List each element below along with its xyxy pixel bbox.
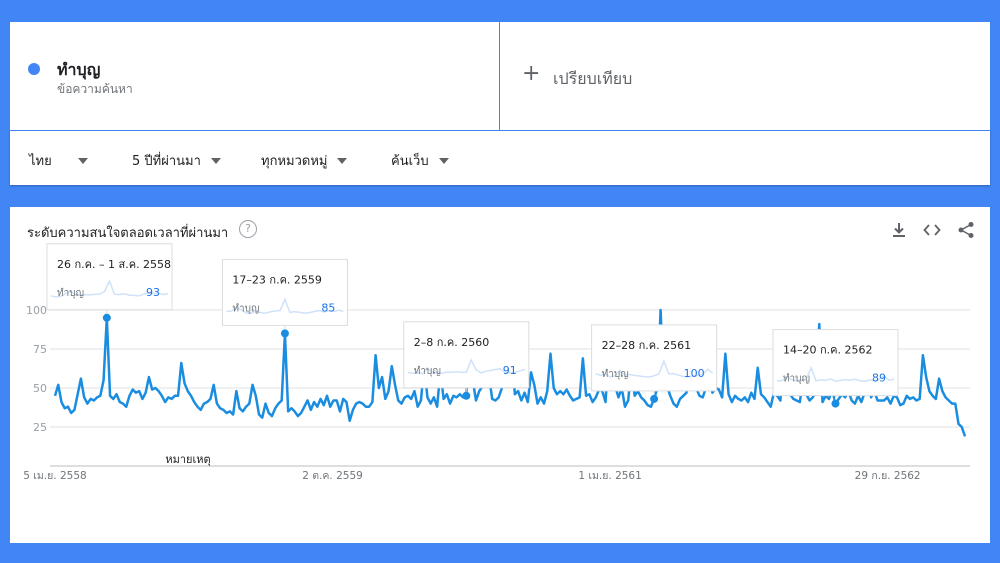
tooltip-box (46, 243, 173, 311)
tooltip-date: 2–8 ก.ค. 2560 (414, 336, 490, 349)
tooltip-date: 14–20 ก.ค. 2562 (783, 344, 873, 357)
category-dropdown[interactable]: ทุกหมวดหมู่ (261, 150, 348, 171)
tooltip-value: 85 (321, 301, 335, 314)
y-tick-label: 25 (33, 421, 47, 434)
peak-marker (650, 394, 659, 403)
chevron-down-icon (337, 157, 348, 164)
plus-icon[interactable]: + (522, 63, 540, 85)
x-tick-label: 2 ต.ค. 2559 (302, 470, 363, 482)
peak-marker (462, 391, 471, 400)
tooltip-value: 100 (684, 367, 705, 380)
region-dropdown[interactable]: ไทย (29, 150, 88, 171)
peak-tooltip: 2–8 ก.ค. 2560 ทำบุญ 91 (403, 321, 530, 400)
interest-line-chart: 25 50 75 100 5 เม.ย. 2558 2 ต.ค. 2559 1 เม.ย. … (23, 243, 970, 482)
region-value: ไทย (29, 154, 52, 169)
tooltip-term: ทำบุญ (57, 288, 84, 299)
chevron-down-icon (210, 157, 221, 164)
interest-over-time-card: ระดับความสนใจตลอดเวลาที่ผ่านมา ? 25 50 75 1… (10, 207, 990, 543)
tooltip-box (772, 329, 899, 397)
tooltip-date: 26 ก.ค. – 1 ส.ค. 2558 (57, 258, 171, 271)
chevron-down-icon (77, 157, 88, 164)
x-tick-label: 29 ก.ย. 2562 (855, 470, 921, 482)
tooltip-term: ทำบุญ (783, 374, 810, 385)
peak-marker (102, 313, 111, 322)
filter-bar: ไทย 5 ปีที่ผ่านมา ทุกหมวดหมู่ ค้นเว็บ (10, 131, 990, 185)
tooltip-value: 93 (146, 286, 160, 299)
search-term-card[interactable]: ทำบุญ ข้อความค้นหา (10, 22, 499, 130)
source-value: ค้นเว็บ (391, 154, 429, 169)
peak-tooltip: 26 ก.ค. – 1 ส.ค. 2558 ทำบุญ 93 (46, 243, 173, 322)
compare-card[interactable]: + เปรียบเทียบ (500, 22, 990, 130)
tooltip-box (591, 324, 718, 392)
x-tick-label: 1 เม.ย. 2561 (578, 470, 641, 482)
source-dropdown[interactable]: ค้นเว็บ (391, 150, 449, 171)
tooltip-term: ทำบุญ (232, 303, 259, 314)
search-term-type: ข้อความค้นหา (57, 82, 133, 96)
tooltip-term: ทำบุญ (602, 369, 629, 380)
x-tick-label: 5 เม.ย. 2558 (23, 470, 86, 482)
tooltip-value: 89 (872, 372, 886, 385)
tooltip-term: ทำบุญ (414, 366, 441, 377)
tooltip-box (403, 321, 530, 389)
period-value: 5 ปีที่ผ่านมา (132, 154, 201, 169)
y-tick-label: 50 (33, 382, 47, 395)
tooltip-value: 91 (503, 364, 517, 377)
peak-marker (280, 329, 289, 338)
compare-button[interactable]: เปรียบเทียบ (553, 67, 632, 92)
period-dropdown[interactable]: 5 ปีที่ผ่านมา (132, 150, 221, 171)
chevron-down-icon (438, 157, 449, 164)
y-tick-label: 100 (26, 304, 47, 317)
peak-marker (831, 399, 840, 408)
category-value: ทุกหมวดหมู่ (261, 154, 328, 169)
tooltip-date: 17–23 ก.ค. 2559 (232, 273, 322, 286)
peak-tooltip: 17–23 ก.ค. 2559 ทำบุญ 85 (221, 258, 348, 338)
tooltip-box (221, 258, 348, 326)
series-color-dot (28, 63, 40, 75)
peak-tooltip: 14–20 ก.ค. 2562 ทำบุญ 89 (772, 329, 899, 408)
annotation-label: หมายเหตุ (165, 453, 210, 466)
y-tick-label: 75 (33, 343, 47, 356)
tooltip-date: 22–28 ก.ค. 2561 (602, 339, 692, 352)
peak-tooltip: 22–28 ก.ค. 2561 ทำบุญ 100 (591, 324, 718, 403)
